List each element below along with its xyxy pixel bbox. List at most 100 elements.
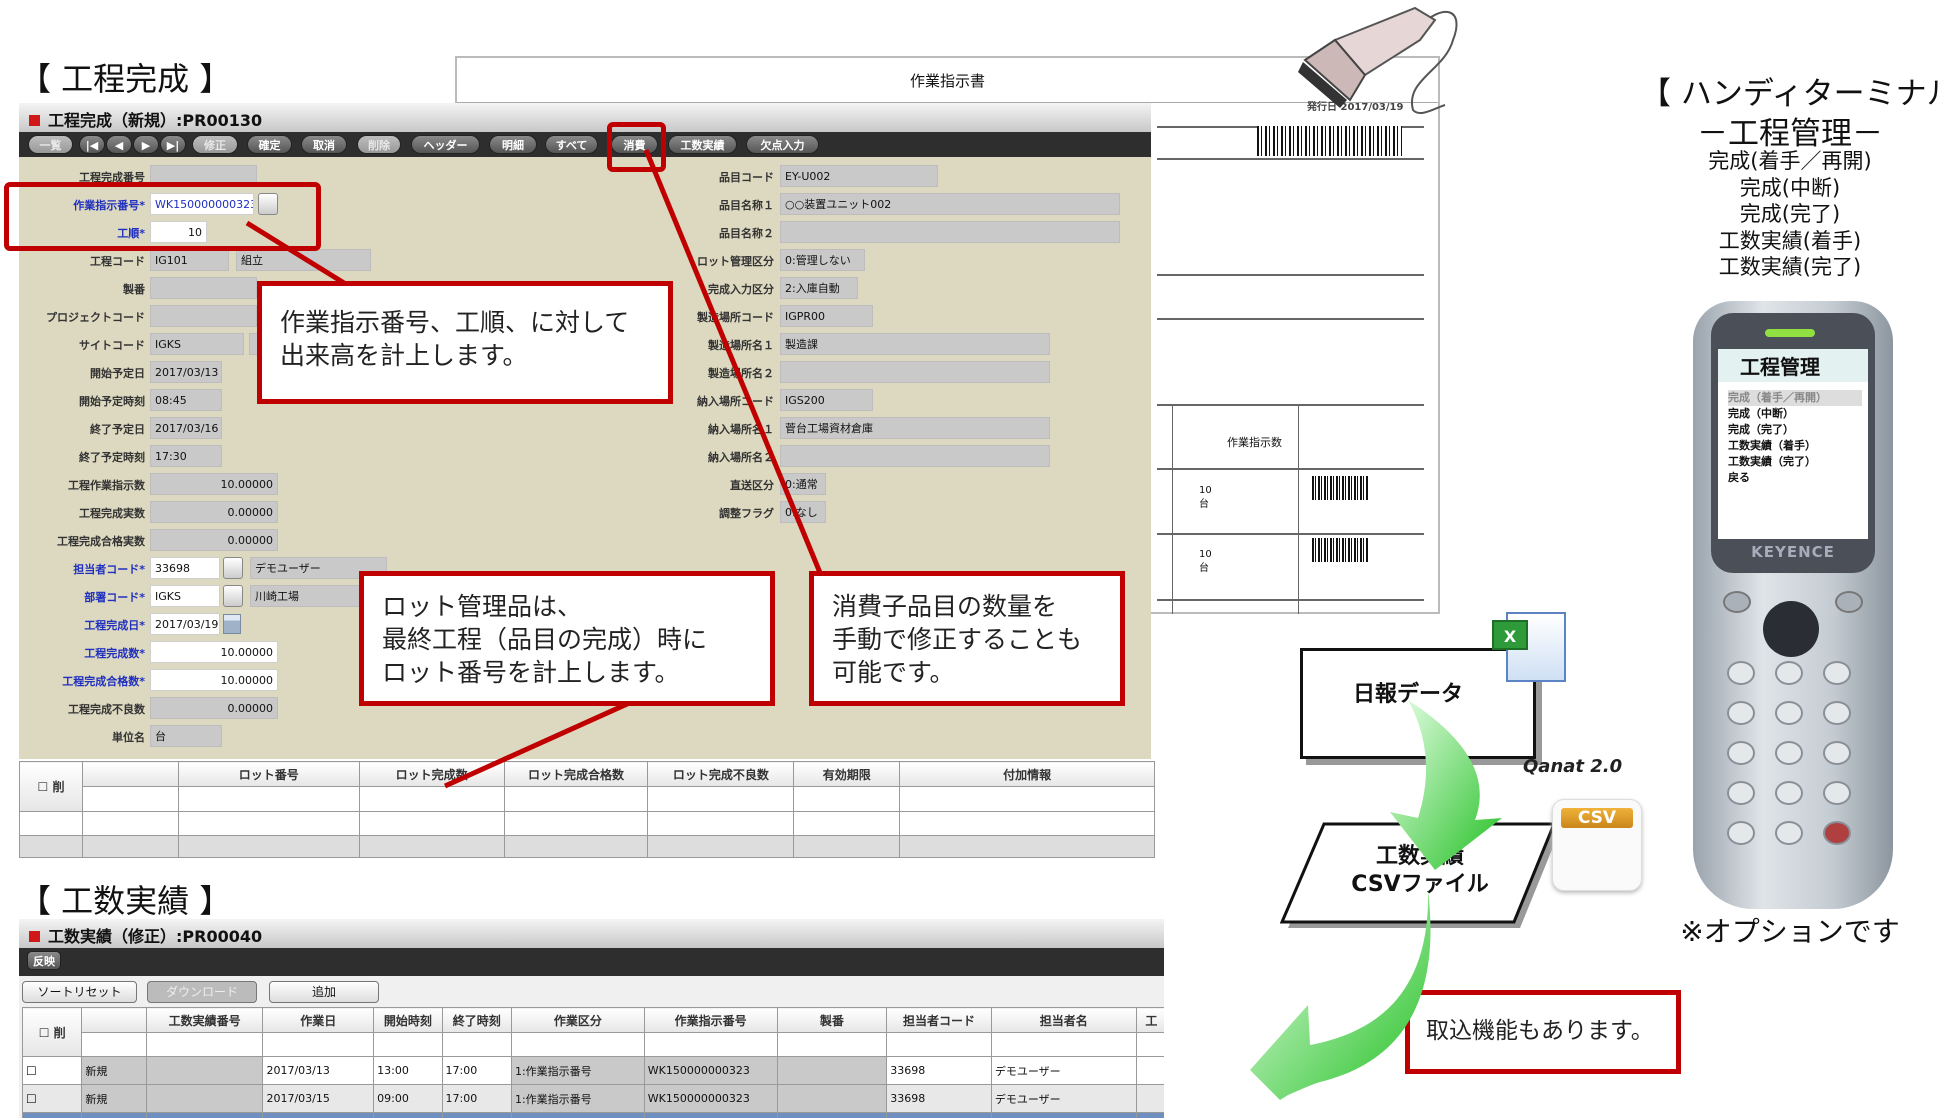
filter-cell[interactable] xyxy=(145,1032,264,1057)
cell-user-code[interactable]: 33698 xyxy=(886,1084,992,1113)
lot-column-header[interactable]: 付加情報 xyxy=(899,761,1155,787)
cell-lot[interactable] xyxy=(776,1112,888,1118)
keypad-key[interactable] xyxy=(1823,701,1851,725)
lot-cell[interactable] xyxy=(899,835,1155,858)
keypad-key[interactable] xyxy=(1775,821,1803,845)
lot-cell[interactable] xyxy=(503,811,649,836)
labor-column-header[interactable]: 製番 xyxy=(776,1007,888,1033)
cell-number[interactable] xyxy=(145,1084,264,1113)
lot-cell[interactable] xyxy=(81,835,179,858)
cell-user-name[interactable]: デモユーザー xyxy=(990,1112,1137,1118)
cell-lot[interactable] xyxy=(776,1056,888,1085)
cell-end[interactable]: 12:00 xyxy=(441,1112,512,1118)
select-all-delete[interactable]: ☐ 削 xyxy=(21,1007,83,1057)
field-input[interactable]: 10.00000 xyxy=(150,669,278,691)
filter-cell[interactable] xyxy=(358,786,505,812)
lot-cell[interactable] xyxy=(177,835,360,858)
cell-order[interactable]: WK150000000323 xyxy=(643,1112,778,1118)
filter-cell[interactable] xyxy=(776,1032,888,1057)
keypad-key[interactable] xyxy=(1727,661,1755,685)
lot-column-header[interactable] xyxy=(81,761,179,787)
filter-cell[interactable] xyxy=(262,1032,375,1057)
filter-cell[interactable] xyxy=(373,1032,443,1057)
cell-status[interactable]: 新規 xyxy=(81,1112,147,1118)
cell-user-name[interactable]: デモユーザー xyxy=(990,1056,1137,1085)
labor-column-header[interactable]: 終了時刻 xyxy=(441,1007,512,1033)
labor-column-header[interactable]: 開始時刻 xyxy=(373,1007,443,1033)
lot-cell[interactable] xyxy=(358,835,505,858)
filter-cell[interactable] xyxy=(647,786,795,812)
lot-column-header[interactable]: ロット完成合格数 xyxy=(503,761,649,787)
lookup-button[interactable] xyxy=(223,585,243,607)
cell-date[interactable]: 2017/03/15 xyxy=(262,1084,375,1113)
lot-column-header[interactable]: ロット完成不良数 xyxy=(647,761,795,787)
lot-cell[interactable] xyxy=(81,811,179,836)
cell-number[interactable] xyxy=(145,1056,264,1085)
lot-cell[interactable] xyxy=(19,835,83,858)
cell-end[interactable]: 17:00 xyxy=(441,1056,512,1085)
filter-cell[interactable] xyxy=(177,786,360,812)
cell-end[interactable]: 17:00 xyxy=(441,1084,512,1113)
filter-cell[interactable] xyxy=(1135,1032,1164,1057)
apply-button[interactable]: 反映 xyxy=(27,951,61,970)
labor-toolbar-button[interactable]: 追加 xyxy=(269,981,379,1003)
labor-column-header[interactable]: 作業日 xyxy=(262,1007,375,1033)
keypad-key[interactable] xyxy=(1775,741,1803,765)
cell-start[interactable]: 09:00 xyxy=(373,1112,443,1118)
row-checkbox[interactable]: ☐ xyxy=(21,1056,83,1085)
labor-column-header[interactable]: 作業区分 xyxy=(510,1007,645,1033)
table-row[interactable]: ☐ 新規 2017/03/13 13:00 17:00 1:作業指示番号 WK1500000… xyxy=(21,1056,1164,1085)
cell-number[interactable] xyxy=(145,1112,264,1118)
row-checkbox[interactable]: ☐ xyxy=(21,1084,83,1113)
row-checkbox[interactable]: ☐ xyxy=(21,1112,83,1118)
cell[interactable] xyxy=(1135,1056,1164,1085)
filter-cell[interactable] xyxy=(886,1032,992,1057)
keypad-key[interactable] xyxy=(1727,741,1755,765)
cell-order[interactable]: WK150000000323 xyxy=(643,1084,778,1113)
labor-column-header[interactable]: 担当者コード xyxy=(886,1007,992,1033)
lot-column-header[interactable]: ロット番号 xyxy=(177,761,360,787)
select-all-delete[interactable]: ☐ 削 xyxy=(19,761,83,812)
cell-type[interactable]: 1:作業指示番号 xyxy=(510,1084,645,1113)
keypad-key[interactable] xyxy=(1727,781,1755,805)
lookup-button[interactable] xyxy=(223,557,243,579)
device-menu-item[interactable]: 完成（中断） xyxy=(1728,406,1862,422)
labor-toolbar-button[interactable]: ソートリセット xyxy=(22,981,137,1003)
lot-column-header[interactable]: 有効期限 xyxy=(793,761,901,787)
lot-cell[interactable] xyxy=(647,835,795,858)
lot-cell[interactable] xyxy=(177,811,360,836)
dpad-button[interactable] xyxy=(1763,601,1819,657)
lot-cell[interactable] xyxy=(19,811,83,836)
filter-cell[interactable] xyxy=(441,1032,512,1057)
labor-column-header[interactable] xyxy=(81,1007,147,1033)
cell-date[interactable]: 2017/03/13 xyxy=(262,1056,375,1085)
cell-type[interactable]: 1:作業指示番号 xyxy=(510,1056,645,1085)
cell-date[interactable]: 2017/03/16 xyxy=(262,1112,375,1118)
cell-user-code[interactable]: 33698 xyxy=(886,1112,992,1118)
cell-lot[interactable] xyxy=(776,1084,888,1113)
device-menu-item[interactable]: 工数実績（着手） xyxy=(1728,438,1862,454)
lot-cell[interactable] xyxy=(793,835,901,858)
labor-column-header[interactable]: 工 xyxy=(1135,1007,1164,1033)
lot-column-header[interactable]: ロット完成数 xyxy=(358,761,505,787)
r-button[interactable] xyxy=(1835,591,1863,613)
filter-cell[interactable] xyxy=(643,1032,778,1057)
lot-cell[interactable] xyxy=(793,811,901,836)
cell-user-code[interactable]: 33698 xyxy=(886,1056,992,1085)
filter-cell[interactable] xyxy=(81,786,179,812)
filter-cell[interactable] xyxy=(510,1032,645,1057)
table-row[interactable]: ☐新規 2017/03/1609:0012:001:作業指示番号WK1500000… xyxy=(21,1112,1164,1118)
keypad-key[interactable] xyxy=(1823,741,1851,765)
device-menu-item[interactable]: 完成（着手／再開） xyxy=(1728,390,1862,406)
calendar-icon[interactable] xyxy=(223,614,241,634)
device-menu-item[interactable]: 完成（完了） xyxy=(1728,422,1862,438)
filter-cell[interactable] xyxy=(899,786,1155,812)
keypad-key[interactable] xyxy=(1727,701,1755,725)
cell-order[interactable]: WK150000000323 xyxy=(643,1056,778,1085)
labor-column-header[interactable]: 作業指示番号 xyxy=(643,1007,778,1033)
cell-user-name[interactable]: デモユーザー xyxy=(990,1084,1137,1113)
filter-cell[interactable] xyxy=(990,1032,1137,1057)
field-input[interactable]: IGKS xyxy=(150,585,220,607)
cell-type[interactable]: 1:作業指示番号 xyxy=(510,1112,645,1118)
labor-column-header[interactable]: 工数実績番号 xyxy=(145,1007,264,1033)
